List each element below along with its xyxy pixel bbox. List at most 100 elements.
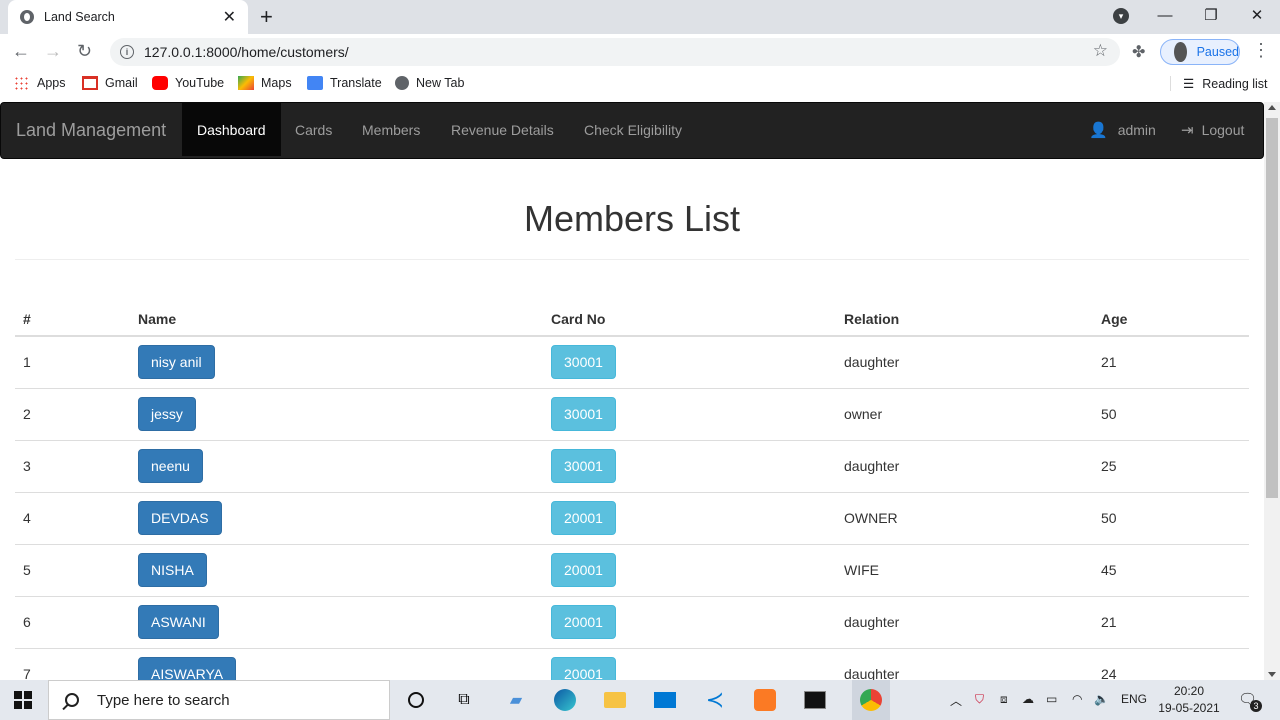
tab-search-icon[interactable]: ▾ <box>1113 8 1129 24</box>
browser-menu-icon[interactable]: ⋮ <box>1252 40 1270 61</box>
members-table: # Name Card No Relation Age 1 nisy anil … <box>15 302 1249 680</box>
member-name-button[interactable]: neenu <box>138 449 203 483</box>
bookmark-apps[interactable]: Apps <box>14 76 66 90</box>
row-number: 5 <box>15 543 130 596</box>
name-cell: ASWANI <box>130 595 543 648</box>
card-number-button[interactable]: 30001 <box>551 449 616 483</box>
name-cell: nisy anil <box>130 335 543 388</box>
extensions-puzzle-icon[interactable]: ✤ <box>1132 42 1145 62</box>
member-name-button[interactable]: NISHA <box>138 553 207 587</box>
scroll-up-arrow-icon[interactable] <box>1268 105 1276 110</box>
member-name-button[interactable]: DEVDAS <box>138 501 222 535</box>
card-number-button[interactable]: 30001 <box>551 345 616 380</box>
search-placeholder: Type here to search <box>97 691 230 709</box>
xampp-icon[interactable] <box>752 688 778 712</box>
scrollbar-thumb[interactable] <box>1266 118 1278 498</box>
close-window-button[interactable]: ✕ <box>1234 0 1280 30</box>
mail-icon[interactable] <box>652 688 678 712</box>
mcafee-icon[interactable]: ⛉ <box>975 692 984 707</box>
bookmark-translate[interactable]: Translate <box>307 76 382 90</box>
card-number-button[interactable]: 20001 <box>551 657 616 680</box>
age-cell: 25 <box>1093 439 1249 492</box>
terminal-icon[interactable] <box>802 688 828 712</box>
file-explorer-icon[interactable] <box>602 688 628 712</box>
browser-tab[interactable]: Land Search ✕ <box>8 0 248 34</box>
reading-list-button[interactable]: ☰ Reading list <box>1170 76 1268 91</box>
volume-icon[interactable]: 🔈 <box>1094 692 1109 706</box>
language-indicator[interactable]: ENG <box>1121 692 1147 706</box>
card-number-button[interactable]: 20001 <box>551 605 616 639</box>
battery-icon[interactable]: ▭ <box>1046 692 1057 706</box>
taskbar-search-box[interactable]: Type here to search <box>48 680 390 720</box>
name-cell: neenu <box>130 439 543 492</box>
meet-now-icon[interactable]: ⧈ <box>1000 692 1008 707</box>
address-bar[interactable]: i 127.0.0.1:8000/home/customers/ ☆ <box>110 38 1120 66</box>
relation-cell: WIFE <box>836 543 1093 596</box>
cortana-icon[interactable] <box>403 688 429 712</box>
member-name-button[interactable]: jessy <box>138 397 196 431</box>
nav-members[interactable]: Members <box>347 103 435 156</box>
bookmark-gmail[interactable]: Gmail <box>82 76 138 90</box>
close-tab-icon[interactable]: ✕ <box>223 7 236 27</box>
nav-logout[interactable]: ⇥ Logout <box>1181 103 1244 156</box>
table-row: 2 jessy 30001 owner 50 <box>15 387 1249 440</box>
row-number: 7 <box>15 647 130 680</box>
tray-chevron-icon[interactable]: ︿ <box>950 692 962 709</box>
card-cell: 30001 <box>543 439 836 492</box>
relation-cell: daughter <box>836 595 1093 648</box>
vscode-icon[interactable]: ≺ <box>702 687 728 712</box>
bookmark-star-icon[interactable]: ☆ <box>1093 41 1108 61</box>
minimize-button[interactable]: — <box>1142 0 1188 30</box>
member-name-button[interactable]: ASWANI <box>138 605 219 639</box>
scroll-down-arrow-icon[interactable] <box>1268 672 1276 677</box>
name-cell: AISWARYA <box>130 647 543 680</box>
row-number: 6 <box>15 595 130 648</box>
bookmark-maps[interactable]: Maps <box>238 76 292 90</box>
forward-arrow-icon[interactable]: → <box>44 41 62 62</box>
back-arrow-icon[interactable]: ← <box>12 41 30 62</box>
bookmark-label: Maps <box>261 76 292 90</box>
card-cell: 20001 <box>543 595 836 648</box>
member-name-button[interactable]: AISWARYA <box>138 657 237 680</box>
bookmark-youtube[interactable]: YouTube <box>152 76 224 90</box>
windows-start-icon[interactable] <box>14 691 32 709</box>
chrome-taskbar-icon[interactable] <box>852 680 890 720</box>
nav-cards[interactable]: Cards <box>280 103 347 156</box>
top-navbar: Land Management Dashboard Cards Members … <box>0 102 1264 159</box>
task-view-icon[interactable]: ⧉ <box>451 688 477 712</box>
card-number-button[interactable]: 30001 <box>551 397 616 431</box>
youtube-icon <box>152 76 168 90</box>
nav-revenue-details[interactable]: Revenue Details <box>436 103 569 156</box>
profile-button[interactable]: Paused <box>1160 39 1240 65</box>
logout-label: Logout <box>1201 121 1245 138</box>
nav-check-eligibility[interactable]: Check Eligibility <box>569 103 697 156</box>
member-name-button[interactable]: nisy anil <box>138 345 215 380</box>
laptop-app-icon[interactable]: ▰ <box>503 688 529 712</box>
card-number-button[interactable]: 20001 <box>551 553 616 587</box>
wifi-icon[interactable]: ◠ <box>1072 692 1082 706</box>
clock-time: 20:20 <box>1173 684 1205 698</box>
site-info-icon[interactable]: i <box>120 45 134 59</box>
nav-dashboard[interactable]: Dashboard <box>182 103 281 156</box>
bookmark-new-tab[interactable]: New Tab <box>395 76 464 90</box>
apps-grid-icon <box>14 76 30 90</box>
reload-icon[interactable]: ↻ <box>77 41 92 62</box>
restore-button[interactable]: ❐ <box>1188 0 1234 30</box>
maps-icon <box>238 76 254 90</box>
onedrive-icon[interactable]: ☁ <box>1022 692 1034 706</box>
age-cell: 24 <box>1093 647 1249 680</box>
column-header: # <box>15 302 130 337</box>
browser-toolbar: ← → ↻ i 127.0.0.1:8000/home/customers/ ☆ <box>0 34 1280 70</box>
globe-icon <box>20 10 34 24</box>
new-tab-button[interactable]: + <box>260 4 273 30</box>
navbar-brand[interactable]: Land Management <box>16 120 166 141</box>
windows-taskbar: Type here to search ⧉ ▰ ≺ ︿ ⛉ ⧈ ☁ ▭ ◠ 🔈 … <box>0 680 1280 720</box>
page-scrollbar[interactable] <box>1264 102 1280 680</box>
divider <box>15 259 1249 260</box>
taskbar-clock[interactable]: 20:20 19-05-2021 <box>1156 683 1222 717</box>
edge-icon[interactable] <box>552 688 578 712</box>
profile-status: Paused <box>1196 45 1239 59</box>
nav-user[interactable]: 👤 admin <box>1089 103 1156 156</box>
card-number-button[interactable]: 20001 <box>551 501 616 535</box>
browser-tab-strip: Land Search ✕ + ▾ — ❐ ✕ <box>0 0 1280 34</box>
